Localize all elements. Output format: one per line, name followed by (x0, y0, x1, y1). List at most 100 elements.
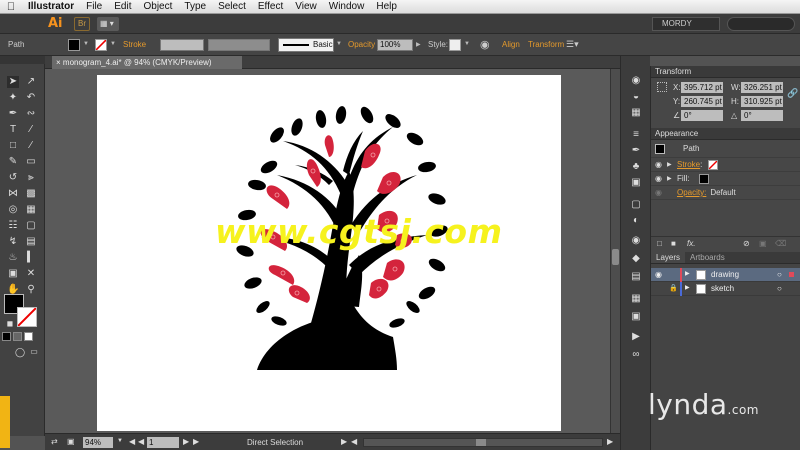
graphic-style-swatch[interactable] (449, 39, 461, 51)
vertical-scroll-thumb[interactable] (612, 249, 619, 265)
opacity-label[interactable]: Opacity (348, 40, 375, 49)
graphic-styles-icon[interactable]: ▣ (629, 176, 643, 190)
apple-icon[interactable]:  (0, 1, 22, 13)
add-fill-icon[interactable]: ■ (671, 239, 676, 248)
w-field[interactable]: 326.251 pt (741, 82, 783, 93)
horizontal-scroll-thumb[interactable] (476, 439, 486, 446)
swatches-icon[interactable]: ▦ (629, 106, 643, 120)
chevron-down-icon[interactable]: ▼ (117, 438, 123, 444)
shear-field[interactable]: 0° (741, 110, 783, 121)
status-menu-icon[interactable]: ▶ (341, 437, 347, 446)
layer-row-sketch[interactable]: 🔒 ▶ sketch ○ (651, 282, 800, 296)
rectangle-tool-icon[interactable]: □ (7, 140, 19, 152)
stroke-weight-field[interactable] (160, 39, 204, 51)
previous-artboard-icon[interactable]: ◀ (138, 437, 144, 446)
transform-label[interactable]: Transform (528, 40, 564, 49)
magic-wand-tool-icon[interactable]: ✦ (7, 92, 19, 104)
arrange-documents-button[interactable]: ▦ ▾ (97, 17, 119, 31)
default-colors-icon[interactable]: ◼ (4, 318, 16, 330)
chevron-right-icon[interactable]: ▶ (685, 284, 690, 291)
chevron-right-icon[interactable]: ▶ (416, 41, 421, 48)
next-artboard-icon[interactable]: ▶ (183, 437, 189, 446)
menu-help[interactable]: Help (370, 1, 403, 12)
layer-name[interactable]: drawing (711, 270, 739, 279)
brushes-icon[interactable]: ✒ (629, 144, 643, 158)
direct-selection-tool-icon[interactable]: ↗ (25, 76, 37, 88)
chevron-down-icon[interactable]: ▼ (336, 41, 342, 47)
transform-panel-header[interactable]: Transform (651, 66, 800, 78)
h-field[interactable]: 310.925 pt (741, 96, 783, 107)
selection-indicator[interactable] (789, 272, 794, 277)
align-panel-icon[interactable]: ▣ (629, 310, 643, 324)
scroll-right-icon[interactable]: ▶ (607, 437, 613, 446)
menu-type[interactable]: Type (178, 1, 212, 12)
chevron-right-icon[interactable]: ▶ (667, 175, 677, 182)
appearance-stroke-row[interactable]: ◉ ▶ Stroke : (651, 158, 800, 172)
stroke-swatch[interactable] (95, 39, 107, 51)
document-tab[interactable]: × monogram_4.ai* @ 94% (CMYK/Preview) (52, 56, 242, 69)
artboard-tool-icon[interactable]: ▣ (7, 268, 19, 280)
search-input[interactable] (727, 17, 795, 31)
lock-icon[interactable]: 🔒 (669, 284, 678, 292)
selection-tool-icon[interactable]: ➤ (7, 76, 19, 88)
add-effect-icon[interactable]: fx. (687, 239, 695, 248)
appearance-fill-row[interactable]: ◉ ▶ Fill: (651, 172, 800, 186)
layer-row-drawing[interactable]: ◉ ▶ drawing ○ (651, 268, 800, 282)
drawing-modes-icon[interactable]: ◯ (14, 346, 26, 358)
lasso-tool-icon[interactable]: ↶ (25, 92, 37, 104)
horizontal-scrollbar[interactable] (363, 438, 603, 447)
menu-view[interactable]: View (289, 1, 323, 12)
stroke-color-box[interactable] (17, 307, 37, 327)
chevron-right-icon[interactable]: ▶ (685, 270, 690, 277)
slice-tool-icon[interactable]: ✕ (25, 268, 37, 280)
target-icon[interactable]: ○ (777, 270, 782, 279)
paintbrush-tool-icon[interactable]: ∕ (25, 140, 37, 152)
workspace-switcher[interactable]: MORDY (652, 17, 720, 31)
rotate-field[interactable]: 0° (681, 110, 723, 121)
fill-swatch[interactable] (68, 39, 80, 51)
menu-app-name[interactable]: Illustrator (22, 1, 80, 12)
menu-edit[interactable]: Edit (108, 1, 137, 12)
clear-appearance-icon[interactable]: ⊘ (743, 239, 750, 248)
appearance-opacity-label[interactable]: Opacity: (677, 188, 706, 197)
curvature-tool-icon[interactable]: ∾ (25, 108, 37, 120)
gradient-tool-icon[interactable]: ▢ (25, 220, 37, 232)
perspective-grid-tool-icon[interactable]: ▦ (25, 204, 37, 216)
appearance-panel-icon[interactable]: ◉ (629, 234, 643, 248)
stroke-panel-icon[interactable]: ≡ (629, 128, 643, 142)
gradient-mode-button[interactable] (13, 332, 22, 341)
first-artboard-icon[interactable]: ◀ (129, 437, 135, 446)
eye-icon[interactable]: ◉ (655, 188, 677, 197)
scale-tool-icon[interactable]: ⫸ (25, 172, 37, 184)
chevron-right-icon[interactable]: ▶ (667, 161, 677, 168)
stroke-label[interactable]: Stroke (123, 40, 146, 49)
tree-artwork[interactable] (97, 75, 561, 431)
color-guide-icon[interactable]: ◒ (629, 90, 643, 104)
eye-icon[interactable]: ◉ (655, 174, 667, 183)
gradient-panel-icon[interactable]: ▢ (629, 198, 643, 212)
tab-layers[interactable]: Layers (651, 252, 686, 263)
eyedropper-tool-icon[interactable]: ↯ (7, 236, 19, 248)
reference-point-icon[interactable] (657, 82, 667, 92)
screen-mode-icon[interactable]: ▭ (28, 346, 40, 358)
recolor-artwork-icon[interactable]: ◉ (480, 38, 490, 51)
chevron-down-icon[interactable]: ▼ (464, 41, 470, 47)
constrain-proportions-icon[interactable]: 🔗 (787, 88, 798, 99)
trash-icon[interactable]: ⌫ (775, 239, 786, 248)
share-icon[interactable]: ⇄ (51, 437, 58, 446)
eye-icon[interactable]: ◉ (655, 270, 662, 279)
target-icon[interactable]: ○ (777, 284, 782, 293)
bridge-button[interactable]: Br (74, 17, 90, 31)
artboards-panel-icon[interactable]: ▦ (629, 292, 643, 306)
symbol-sprayer-tool-icon[interactable]: ♨ (7, 252, 19, 264)
align-label[interactable]: Align (502, 40, 520, 49)
pencil-tool-icon[interactable]: ✎ (7, 156, 19, 168)
artboard-number-field[interactable]: 1 (147, 437, 179, 448)
library-icon[interactable]: ▣ (67, 437, 75, 446)
actions-panel-icon[interactable]: ▶ (629, 330, 643, 344)
appearance-stroke-label[interactable]: Stroke (677, 160, 700, 169)
chevron-down-icon[interactable]: ▼ (83, 41, 89, 47)
color-mode-button[interactable] (2, 332, 11, 341)
brush-definition[interactable]: Basic (278, 38, 334, 52)
current-tool-status[interactable]: Direct Selection (247, 438, 303, 447)
